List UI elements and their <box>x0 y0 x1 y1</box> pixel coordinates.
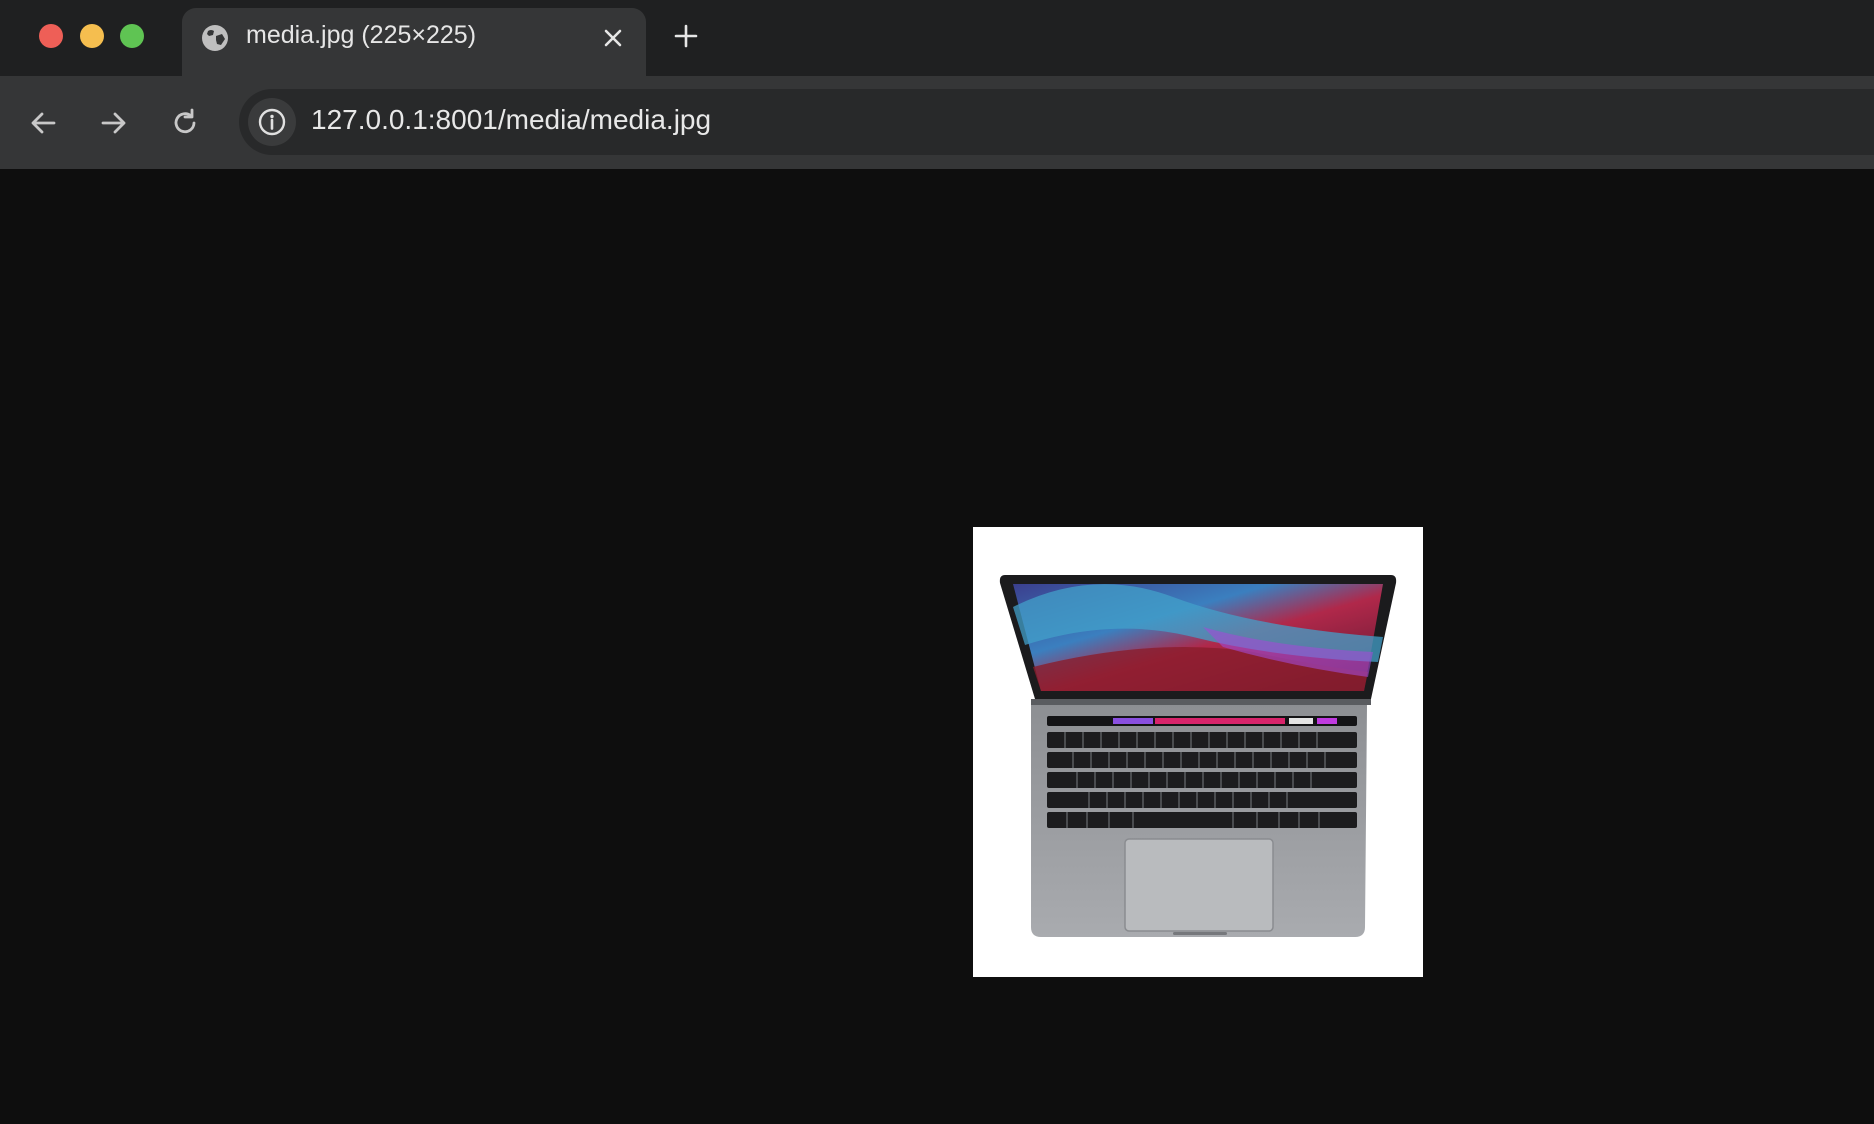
arrow-left-icon[interactable] <box>26 106 60 140</box>
arrow-right-icon[interactable] <box>97 106 131 140</box>
tab-title: media.jpg (225×225) <box>246 21 477 49</box>
close-icon[interactable] <box>600 25 626 51</box>
browser-titlebar: media.jpg (225×225) <box>0 0 1874 76</box>
site-info-button[interactable] <box>248 98 296 146</box>
plus-icon[interactable] <box>670 20 702 52</box>
displayed-image <box>973 527 1423 977</box>
globe-icon <box>202 25 228 51</box>
url-text[interactable]: 127.0.0.1:8001/media/media.jpg <box>311 104 711 136</box>
page-content <box>0 169 1874 1124</box>
window-minimize-button[interactable] <box>80 24 104 48</box>
browser-tab-active[interactable]: media.jpg (225×225) <box>182 8 646 76</box>
browser-toolbar: 127.0.0.1:8001/media/media.jpg <box>0 76 1874 169</box>
info-icon <box>258 108 286 136</box>
reload-icon[interactable] <box>168 106 202 140</box>
window-close-button[interactable] <box>39 24 63 48</box>
window-maximize-button[interactable] <box>120 24 144 48</box>
address-bar[interactable]: 127.0.0.1:8001/media/media.jpg <box>239 89 1874 155</box>
laptop-image <box>999 575 1397 937</box>
